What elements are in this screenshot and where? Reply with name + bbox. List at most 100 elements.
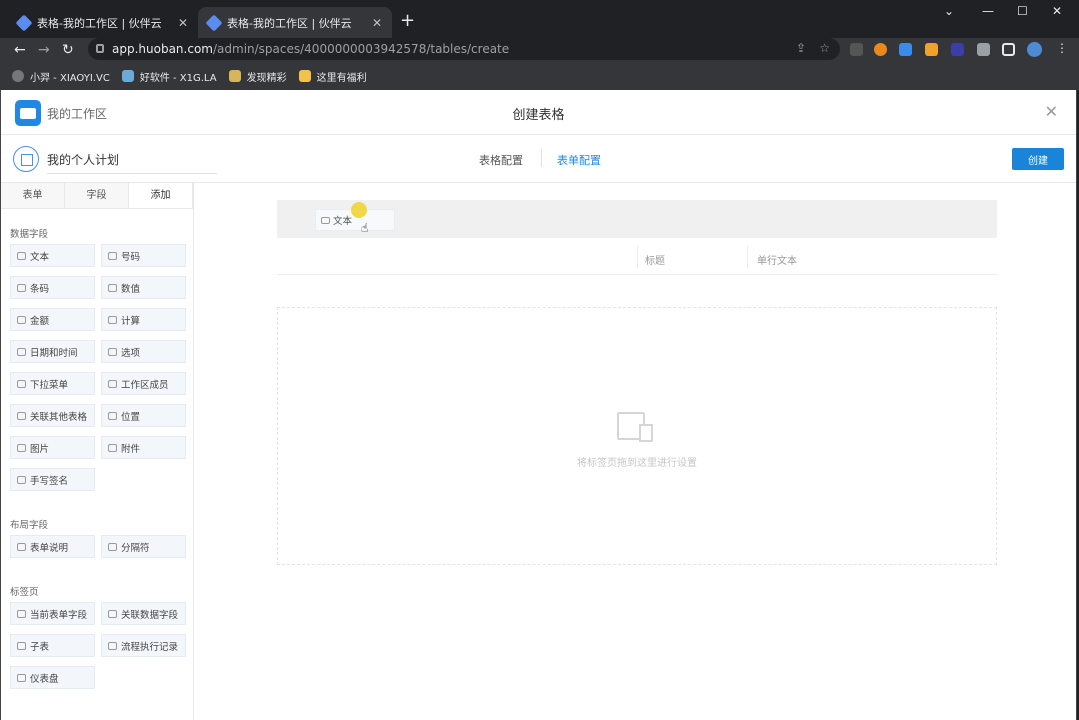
paperclip-icon [108,443,117,452]
reload-icon[interactable]: ↻ [62,42,74,58]
tabpage-item-current-form[interactable]: 当前表单字段 [10,602,95,625]
field-item-label: 选项 [121,347,141,359]
tab-drop-zone[interactable]: 将标签页拖到这里进行设置 [277,307,997,565]
sidepanel-icon[interactable] [1002,43,1015,56]
star-icon[interactable]: ☆ [819,41,830,55]
field-item-label: 号码 [121,251,141,263]
browser-tab-title: 表格-我的工作区 | 伙伴云 [37,16,162,30]
tabpage-item-dashboard[interactable]: 仪表盘 [10,666,95,689]
extension-icon[interactable] [874,43,887,56]
chevron-down-icon[interactable]: ⌄ [944,4,954,18]
close-icon[interactable]: ✕ [1045,102,1058,121]
bookmark[interactable]: 这里有福利 [298,69,367,84]
close-window-icon[interactable]: ✕ [1052,4,1062,18]
tabpage-item-related[interactable]: 关联数据字段 [101,602,186,625]
minimize-icon[interactable]: — [982,4,994,18]
tab-form-config[interactable]: 表单配置 [557,152,601,168]
field-item-calc[interactable]: 计算 [101,308,186,331]
extension-icon[interactable] [899,43,912,56]
section-title-data-fields: 数据字段 [10,229,49,240]
bookmark[interactable]: 小羿 - XIAOYI.VC [12,69,110,84]
cursor-highlight [351,202,367,218]
extension-icon[interactable] [925,43,938,56]
dialog-header: 我的工作区 创建表格 ✕ [1,90,1076,135]
field-item-barcode[interactable]: 条码 [10,276,95,299]
field-item-label: 子表 [30,641,50,653]
field-item-location[interactable]: 位置 [101,404,186,427]
table-name-input[interactable]: 我的个人计划 [47,151,217,174]
field-item-divider[interactable]: 分隔符 [101,535,186,558]
browser-chrome: 表格-我的工作区 | 伙伴云 ✕ 表格-我的工作区 | 伙伴云 ✕ + ⌄ — … [0,0,1079,90]
field-item-label: 分隔符 [121,542,150,554]
share-icon[interactable]: ⇪ [796,41,806,55]
field-sidebar: 表单 字段 添加 数据字段 文本 号码 条码 数值 金额 计算 日期和时间 选项… [1,183,194,720]
list-icon [108,347,117,356]
field-item-dropdown[interactable]: 下拉菜单 [10,372,95,395]
bookmark[interactable]: 好软件 - X1G.LA [121,69,217,84]
field-item-form-desc[interactable]: 表单说明 [10,535,95,558]
tabpage-item-workflow-log[interactable]: 流程执行记录 [101,634,186,657]
field-item-number[interactable]: 号码 [101,244,186,267]
tab-page-icon [108,609,117,618]
bookmark-favicon-icon [228,70,241,82]
bookmark-label: 这里有福利 [316,72,367,84]
currency-icon [17,315,26,324]
maximize-icon[interactable]: ☐ [1017,4,1028,18]
drag-target-row[interactable]: 文本 ☝ [277,200,997,238]
bookmarks-bar: 小羿 - XIAOYI.VC 好软件 - X1G.LA 发现精彩 这里有福利 [0,62,1079,90]
field-row[interactable]: 标题 单行文本 [277,238,997,275]
divider-icon [108,542,117,551]
calendar-icon [17,347,26,356]
field-item-datetime[interactable]: 日期和时间 [10,340,95,363]
field-item-numeric[interactable]: 数值 [101,276,186,299]
browser-tab-1[interactable]: 表格-我的工作区 | 伙伴云 ✕ [8,7,198,38]
folder-icon [298,70,311,82]
devices-icon [617,412,653,442]
field-item-label: 流程执行记录 [121,641,179,653]
tab-page-icon [17,609,26,618]
new-tab-icon[interactable]: + [400,10,415,31]
close-tab-icon[interactable]: ✕ [372,16,382,30]
favicon-icon [205,14,223,31]
bookmark-label: 发现精彩 [246,72,287,84]
close-tab-icon[interactable]: ✕ [178,16,188,30]
menu-icon[interactable]: ⋮ [1056,41,1069,55]
field-item-label: 计算 [121,315,141,327]
browser-tab-2[interactable]: 表格-我的工作区 | 伙伴云 ✕ [198,7,392,38]
dropdown-icon [17,379,26,388]
forward-icon[interactable]: → [38,42,50,58]
lock-icon [96,44,104,53]
create-button[interactable]: 创建 [1012,148,1064,170]
text-t-icon [17,542,26,551]
tab-table-config[interactable]: 表格配置 [479,152,523,168]
extension-icon[interactable] [850,43,863,56]
bookmark[interactable]: 发现精彩 [228,69,287,84]
avatar[interactable] [1027,42,1042,57]
pen-icon [17,475,26,484]
field-item-members[interactable]: 工作区成员 [101,372,186,395]
field-item-label: 工作区成员 [121,379,169,391]
tabpage-item-subtable[interactable]: 子表 [10,634,95,657]
chip-label: 文本 [333,216,353,227]
tab-form[interactable]: 表单 [1,183,65,208]
field-item-image[interactable]: 图片 [10,436,95,459]
field-item-amount[interactable]: 金额 [10,308,95,331]
field-item-options[interactable]: 选项 [101,340,186,363]
field-item-label: 关联其他表格 [30,411,88,423]
field-item-text[interactable]: 文本 [10,244,95,267]
puzzle-icon[interactable] [977,43,990,56]
field-item-attachment[interactable]: 附件 [101,436,186,459]
field-item-relation[interactable]: 关联其他表格 [10,404,95,427]
address-bar: ← → ↻ app.huoban.com/admin/spaces/400000… [0,38,1079,62]
url-input[interactable]: app.huoban.com/admin/spaces/400000000394… [88,38,840,60]
field-item-signature[interactable]: 手写签名 [10,468,95,491]
tab-fields[interactable]: 字段 [65,183,129,208]
extension-icon[interactable] [951,43,964,56]
table-icon[interactable] [13,146,39,172]
section-title-tab-pages: 标签页 [10,587,39,598]
favicon-icon [15,14,33,31]
barcode-icon [17,283,26,292]
back-icon[interactable]: ← [14,42,26,58]
browser-tab-title: 表格-我的工作区 | 伙伴云 [227,16,352,30]
tab-add[interactable]: 添加 [129,183,193,208]
